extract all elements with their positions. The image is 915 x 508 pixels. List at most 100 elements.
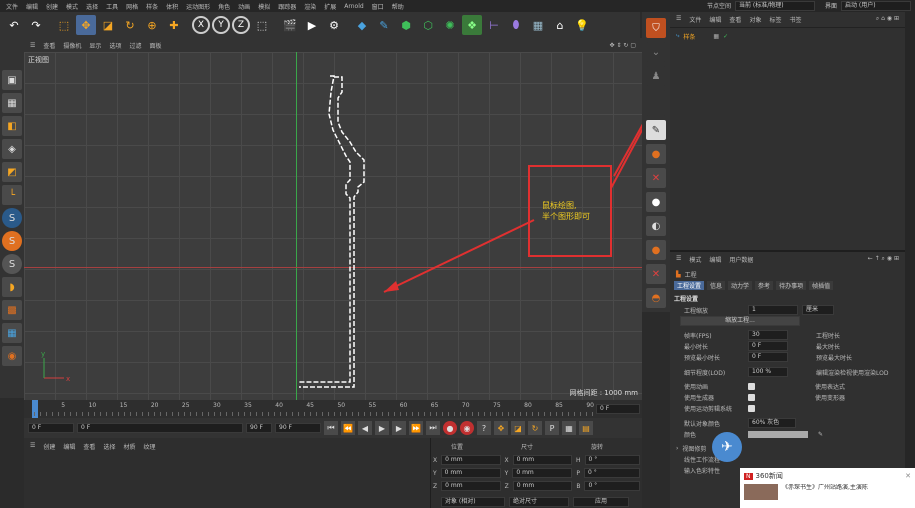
grid-icon[interactable]: ▦ xyxy=(2,323,22,343)
menu-arnold[interactable]: Arnold xyxy=(344,3,363,10)
lod-field[interactable]: 100 % xyxy=(748,367,788,377)
pen-icon[interactable]: ✎ xyxy=(374,15,394,35)
size-z-field[interactable]: 0 mm xyxy=(512,481,573,491)
color-swatch[interactable] xyxy=(748,430,808,438)
go-end-icon[interactable]: ⏭ xyxy=(426,421,440,435)
extrude-icon[interactable]: ⬡ xyxy=(418,15,438,35)
menu-help[interactable]: 帮助 xyxy=(392,2,404,11)
material-menu-select[interactable]: 选择 xyxy=(103,442,115,451)
arrow-down-icon[interactable]: ⌄ xyxy=(646,42,666,62)
material-menu-material[interactable]: 材质 xyxy=(123,442,135,451)
fps-field[interactable]: 30 xyxy=(748,330,788,340)
rotate-tool-icon[interactable]: ↻ xyxy=(120,15,140,35)
check-icon[interactable]: ✓ xyxy=(723,33,728,40)
material-menu-edit[interactable]: 编辑 xyxy=(63,442,75,451)
rotation-b-field[interactable]: 0 ° xyxy=(584,481,640,491)
min-time-field[interactable]: 0 F xyxy=(748,341,788,351)
material-menu-create[interactable]: 创建 xyxy=(43,442,55,451)
viewport-front[interactable]: 正视图 x y 鼠标绘图, 半个图形即可 网格间距 : 1000 mm xyxy=(24,52,642,400)
layer-icon[interactable]: ▦ xyxy=(713,33,719,40)
polygons-mode-icon[interactable]: └ xyxy=(2,185,22,205)
object-menu-file[interactable]: 文件 xyxy=(689,15,701,24)
recent-tool-icon[interactable]: ✚ xyxy=(164,15,184,35)
object-menu-bookmark[interactable]: 书签 xyxy=(789,15,801,24)
object-menu-tag[interactable]: 标签 xyxy=(769,15,781,24)
character-icon[interactable]: ♟ xyxy=(646,66,666,86)
y-axis-icon[interactable]: Y xyxy=(212,16,230,34)
object-search-icons[interactable]: ⌕ ⌂ ◉ ⊞ xyxy=(876,15,899,24)
points-mode-icon[interactable]: ◈ xyxy=(2,139,22,159)
sphere-icon[interactable]: ◐ xyxy=(646,216,666,236)
undo-icon[interactable]: ↶ xyxy=(4,15,24,35)
cube-icon[interactable]: ◆ xyxy=(352,15,372,35)
rotation-p-field[interactable]: 0 ° xyxy=(583,468,640,478)
coordinate-system-icon[interactable]: ⬚ xyxy=(252,15,272,35)
preview-start-field[interactable]: 0 F xyxy=(77,423,243,433)
point-white-icon[interactable]: ● xyxy=(646,192,666,212)
tab-interpolation[interactable]: 帧插值 xyxy=(809,281,834,290)
viewport-menu-display[interactable]: 显示 xyxy=(89,41,101,50)
view-clip-row[interactable]: › 视图修剪 xyxy=(670,443,905,453)
close-icon[interactable]: ✕ xyxy=(905,472,911,480)
coord-mode-select[interactable]: 对象 (相对) xyxy=(441,497,505,507)
render-picture-viewer-icon[interactable]: ▶ xyxy=(302,15,322,35)
menu-file[interactable]: 文件 xyxy=(6,2,18,11)
menu-simulate[interactable]: 模拟 xyxy=(258,2,270,11)
object-name[interactable]: 样条 xyxy=(683,32,695,41)
preview-min-field[interactable]: 0 F xyxy=(748,352,788,362)
attr-menu-mode[interactable]: 模式 xyxy=(689,255,701,264)
subdivision-icon[interactable]: ⬢ xyxy=(396,15,416,35)
play-icon[interactable]: ▶ xyxy=(375,421,389,435)
camera-icon[interactable]: ⌂ xyxy=(550,15,570,35)
workplane-icon[interactable]: ▩ xyxy=(2,300,22,320)
edit-icon[interactable]: ✎ xyxy=(646,120,666,140)
news-popup[interactable]: N 360新闻 ✕ 《赤琛书生》广州站路演,主演陈 xyxy=(740,468,915,508)
keyframe-selection-icon[interactable]: ? xyxy=(477,421,491,435)
use-gen-checkbox[interactable] xyxy=(748,393,755,401)
lock-workplane-icon[interactable]: ◉ xyxy=(2,346,22,366)
menu-animate[interactable]: 动画 xyxy=(238,2,250,11)
current-frame-field[interactable]: 0 F xyxy=(596,404,640,414)
key-scale-icon[interactable]: ◪ xyxy=(511,421,525,435)
object-menu-object[interactable]: 对象 xyxy=(749,15,761,24)
scale-field[interactable]: 1 xyxy=(748,305,798,315)
next-frame-icon[interactable]: ▶ xyxy=(392,421,406,435)
scale-project-button[interactable]: 缩放工程... xyxy=(680,316,800,326)
node-space-select[interactable]: 当前 (标准/物理) xyxy=(734,1,815,11)
key-parameter-icon[interactable]: P xyxy=(545,421,559,435)
record-icon[interactable]: ● xyxy=(443,421,457,435)
scale-unit-select[interactable]: 厘米 xyxy=(802,305,834,315)
viewport-menu-camera[interactable]: 摄像机 xyxy=(63,41,81,50)
menu-tracker[interactable]: 跟踪器 xyxy=(278,2,296,11)
menu-spline[interactable]: 样条 xyxy=(146,2,158,11)
menu-tools[interactable]: 工具 xyxy=(106,2,118,11)
end-frame-field[interactable]: 90 F xyxy=(275,423,321,433)
viewport-menu-options[interactable]: 选项 xyxy=(109,41,121,50)
preview-end-field[interactable]: 90 F xyxy=(246,423,272,433)
menu-create[interactable]: 创建 xyxy=(46,2,58,11)
start-frame-field[interactable]: 0 F xyxy=(28,423,74,433)
timeline-window-icon[interactable]: ▤ xyxy=(579,421,593,435)
auto-key-icon[interactable]: ◉ xyxy=(460,421,474,435)
attr-menu-icon[interactable]: ☰ xyxy=(676,255,681,264)
material-menu-icon[interactable]: ☰ xyxy=(30,442,35,451)
position-y-field[interactable]: 0 mm xyxy=(440,468,501,478)
key-pla-icon[interactable]: ▦ xyxy=(562,421,576,435)
material-menu-view[interactable]: 查看 xyxy=(83,442,95,451)
snap-icon[interactable]: S xyxy=(2,208,22,228)
quantize-icon[interactable]: S xyxy=(2,254,22,274)
redo-icon[interactable]: ↷ xyxy=(26,15,46,35)
object-menu-icon[interactable]: ☰ xyxy=(676,15,681,24)
transform-tool-icon[interactable]: ⊕ xyxy=(142,15,162,35)
object-menu-edit[interactable]: 编辑 xyxy=(709,15,721,24)
size-y-field[interactable]: 0 mm xyxy=(512,468,573,478)
x-axis-icon[interactable]: X xyxy=(192,16,210,34)
scale-tool-icon[interactable]: ◪ xyxy=(98,15,118,35)
field-icon[interactable]: ⬮ xyxy=(506,15,526,35)
use-motion-checkbox[interactable] xyxy=(748,404,755,412)
menu-edit[interactable]: 编辑 xyxy=(26,2,38,11)
tab-dynamics[interactable]: 动力学 xyxy=(728,281,753,290)
magnet-orange-icon[interactable]: ◓ xyxy=(646,288,666,308)
prev-frame-icon[interactable]: ◀ xyxy=(358,421,372,435)
deformer-icon[interactable]: ⊢ xyxy=(484,15,504,35)
